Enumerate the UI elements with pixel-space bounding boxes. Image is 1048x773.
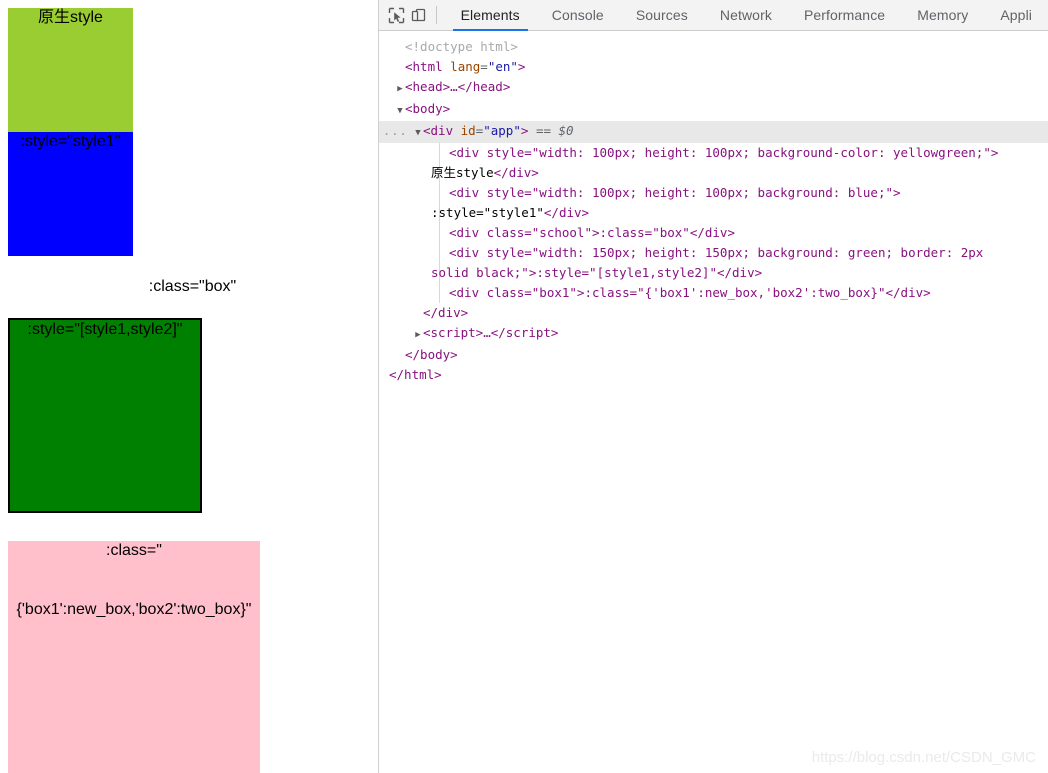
doctype-text: <!doctype html> (405, 39, 518, 54)
dom-node-app-close[interactable]: </div> (379, 303, 1048, 323)
expand-triangle-head-icon[interactable]: ▶ (395, 79, 405, 99)
dom-node-html-close[interactable]: </html> (379, 365, 1048, 385)
child1-open-tag: <div style="width: 100px; height: 100px;… (449, 145, 999, 160)
child1-text: 原生style (431, 165, 494, 180)
tab-elements[interactable]: Elements (445, 0, 536, 31)
tab-network[interactable]: Network (704, 0, 788, 31)
device-toolbar-icon[interactable] (407, 2, 429, 28)
html-lang-attr-name: lang (450, 59, 481, 74)
tab-performance[interactable]: Performance (788, 0, 901, 31)
dom-tree[interactable]: <!doctype html> <html lang="en"> ▶ <head>… (379, 31, 1048, 773)
dom-node-child-yellowgreen[interactable]: <div style="width: 100px; height: 100px;… (379, 143, 1048, 163)
tab-sources[interactable]: Sources (620, 0, 704, 31)
page-viewport: 原生style :style="style1" :class="box" :st… (0, 0, 377, 773)
native-style-box: 原生style (8, 8, 133, 132)
selected-node-marker: == $0 (535, 123, 574, 138)
expand-triangle-app-icon[interactable]: ▼ (413, 123, 423, 143)
app-open-prefix: <div (423, 123, 461, 138)
tab-console[interactable]: Console (536, 0, 620, 31)
body-close-tag: </body> (405, 347, 458, 362)
devtools-tab-bar: Elements Console Sources Network Perform… (445, 0, 1048, 31)
devtools-toolbar: Elements Console Sources Network Perform… (379, 0, 1048, 31)
devtools-panel: Elements Console Sources Network Perform… (378, 0, 1048, 773)
tab-application[interactable]: Appli (984, 0, 1048, 31)
tab-memory[interactable]: Memory (901, 0, 984, 31)
body-open-text: <body> (405, 101, 451, 116)
dom-node-child-blue-text[interactable]: :style="style1"</div> (379, 203, 1048, 223)
dom-node-child-box1[interactable]: <div class="box1">:class="{'box1':new_bo… (379, 283, 1048, 303)
html-tag-open: <html (405, 59, 443, 74)
child2-close-tag: </div> (543, 205, 590, 220)
dom-node-child-yellowgreen-text[interactable]: 原生style</div> (379, 163, 1048, 183)
app-root: 原生style :style="style1" :class="box" :st… (8, 8, 377, 773)
dom-node-child-school[interactable]: <div class="school">:class="box"</div> (379, 223, 1048, 243)
child4-open-tag-line2: solid black;">:style="[style1,style2]"</… (431, 265, 763, 280)
dom-node-doctype[interactable]: <!doctype html> (379, 37, 1048, 57)
dom-node-child-green-cont[interactable]: solid black;">:style="[style1,style2]"</… (379, 263, 1048, 283)
app-id-attr-value: "app" (483, 123, 521, 138)
dom-node-app-selected[interactable]: ... ▼ <div id="app"> == $0 (379, 121, 1048, 143)
box1-box: :class=" {'box1':new_box,'box2':two_box}… (8, 541, 260, 773)
app-id-attr-name: id (460, 123, 476, 138)
script-collapsed-text: <script>…</script> (423, 325, 559, 340)
node-ellipsis-badge[interactable]: ... (383, 121, 408, 141)
dom-node-body-open[interactable]: ▼ <body> (379, 99, 1048, 121)
app-close-tag: </div> (423, 305, 469, 320)
expand-triangle-body-icon[interactable]: ▼ (395, 101, 405, 121)
child4-open-tag-line1: <div style="width: 150px; height: 150px;… (449, 245, 984, 260)
child3-markup: <div class="school">:class="box"</div> (449, 225, 735, 240)
toolbar-divider (435, 6, 437, 24)
watermark: https://blog.csdn.net/CSDN_GMC (811, 749, 1036, 766)
inspect-cursor-icon[interactable] (385, 2, 407, 28)
dom-node-script[interactable]: ▶ <script>…</script> (379, 323, 1048, 345)
child2-open-tag: <div style="width: 100px; height: 100px;… (449, 185, 901, 200)
box1-line2: {'box1':new_box,'box2':two_box}" (16, 601, 252, 618)
html-close-tag: </html> (389, 367, 442, 382)
child2-text: :style="style1" (431, 205, 544, 220)
dom-node-body-close[interactable]: </body> (379, 345, 1048, 365)
school-box: :class="box" (148, 278, 237, 295)
child1-close-tag: </div> (493, 165, 539, 180)
style1-box: :style="style1" (8, 132, 133, 256)
child5-markup: <div class="box1">:class="{'box1':new_bo… (449, 285, 931, 300)
expand-triangle-script-icon[interactable]: ▶ (413, 325, 423, 345)
dom-node-html-open[interactable]: <html lang="en"> (379, 57, 1048, 77)
browser-window: 原生style :style="style1" :class="box" :st… (0, 0, 1048, 773)
app-children: <div style="width: 100px; height: 100px;… (379, 143, 1048, 303)
box1-line1: :class=" (106, 542, 162, 559)
dom-node-child-green[interactable]: <div style="width: 150px; height: 150px;… (379, 243, 1048, 263)
dom-node-head[interactable]: ▶ <head>…</head> (379, 77, 1048, 99)
html-tag-close-bracket: > (517, 59, 526, 74)
html-lang-attr-value: "en" (487, 59, 518, 74)
style-array-box: :style="[style1,style2]" (8, 318, 202, 513)
dom-node-child-blue[interactable]: <div style="width: 100px; height: 100px;… (379, 183, 1048, 203)
head-collapsed-text: <head>…</head> (405, 79, 511, 94)
